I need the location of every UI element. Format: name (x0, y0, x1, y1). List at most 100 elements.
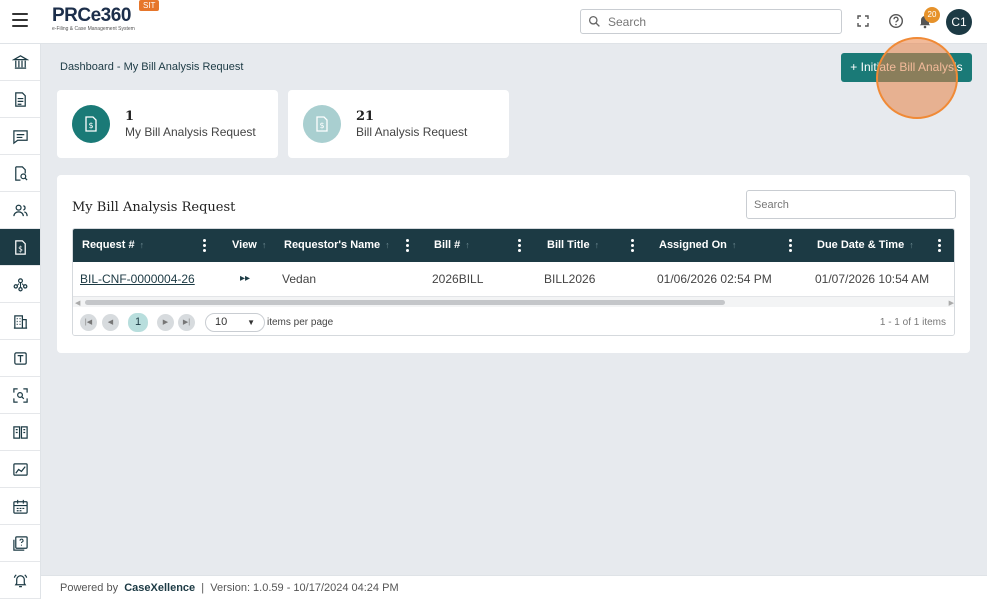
svg-text:$: $ (319, 121, 324, 130)
last-page-icon[interactable]: ▶| (178, 314, 195, 331)
stat-label: My Bill Analysis Request (125, 125, 256, 139)
env-badge: SIT (139, 0, 160, 11)
building-icon (13, 314, 27, 329)
sidebar-item-templates[interactable] (0, 340, 40, 377)
view-icon[interactable]: ▸▸ (240, 262, 250, 296)
sidebar-item-document-search[interactable] (0, 155, 40, 192)
bill-icon: $ (85, 116, 97, 132)
bill-no-cell: 2026BILL (432, 272, 484, 286)
sidebar-item-organization[interactable] (0, 303, 40, 340)
page-size-value: 10 (215, 316, 228, 328)
sidebar-item-calendar[interactable] (0, 488, 40, 525)
scroll-left-icon[interactable]: ◀ (75, 299, 80, 307)
sidebar-item-scan[interactable] (0, 377, 40, 414)
scan-search-icon (12, 387, 28, 403)
requestor-cell: Vedan (282, 272, 317, 286)
svg-text:$: $ (88, 121, 93, 130)
avatar[interactable]: C1 (946, 9, 972, 35)
sidebar-item-alerts[interactable] (0, 562, 40, 599)
column-header-bill-title[interactable]: Bill Title ↑ (547, 229, 599, 262)
stat-count: 21 (356, 109, 375, 124)
global-search-input[interactable]: Search (580, 9, 842, 34)
column-header-requestor[interactable]: Requestor's Name ↑ (284, 229, 390, 262)
request-link[interactable]: BIL-CNF-0000004-26 (80, 262, 195, 296)
users-icon (12, 204, 28, 216)
current-page[interactable]: 1 (128, 313, 148, 332)
column-menu-icon[interactable] (938, 239, 941, 252)
chart-image-icon (12, 462, 28, 476)
document-icon (14, 91, 26, 107)
help-icon[interactable] (888, 13, 904, 29)
stat-label: Bill Analysis Request (356, 125, 468, 139)
chat-icon (12, 129, 28, 144)
assigned-on-cell: 01/06/2026 02:54 PM (657, 272, 772, 286)
footer-text: Powered by CaseXellence | Version: 1.0.5… (60, 582, 399, 594)
book-icon (12, 425, 28, 439)
column-menu-icon[interactable] (789, 239, 792, 252)
first-page-icon[interactable]: |◀ (80, 314, 97, 331)
bill-title-cell: BILL2026 (544, 272, 596, 286)
table-row: BIL-CNF-0000004-26 ▸▸ Vedan 2026BILL BIL… (73, 262, 954, 296)
text-box-icon (13, 351, 27, 365)
breadcrumb[interactable]: Dashboard - My Bill Analysis Request (60, 61, 243, 73)
sidebar-item-bank[interactable] (0, 44, 40, 81)
column-menu-icon[interactable] (631, 239, 634, 252)
stat-icon-circle: $ (72, 105, 110, 143)
search-icon (588, 15, 600, 27)
sidebar-item-network[interactable] (0, 266, 40, 303)
brand-logo: CaseXellence (124, 582, 196, 594)
requests-panel: My Bill Analysis Request Search Request … (57, 175, 970, 353)
alarm-icon (13, 573, 27, 587)
requests-grid: Request # ↑ View ↑ Requestor's Name ↑ Bill … (72, 228, 955, 336)
bank-icon (11, 54, 29, 69)
stat-icon-circle: $ (303, 105, 341, 143)
panel-title: My Bill Analysis Request (72, 200, 236, 215)
column-header-view[interactable]: View ↑ (232, 229, 266, 262)
sidebar-item-help[interactable] (0, 525, 40, 562)
pager: |◀ ◀ 1 ▶ ▶| 10 ▼ items per page 1 - 1 of… (73, 307, 954, 335)
search-placeholder: Search (608, 15, 647, 29)
svg-text:$: $ (18, 244, 23, 253)
search-placeholder: Search (754, 199, 789, 211)
bill-icon: $ (14, 239, 26, 255)
logo-subtitle: e-Filing & Case Management System (52, 26, 135, 32)
initiate-bill-analysis-button[interactable]: + Initiate Bill Analysis (841, 53, 972, 82)
column-menu-icon[interactable] (203, 239, 206, 252)
scroll-thumb[interactable] (85, 300, 725, 305)
column-menu-icon[interactable] (518, 239, 521, 252)
help-document-icon (12, 535, 28, 551)
sidebar: $ (0, 44, 41, 599)
fullscreen-icon[interactable] (855, 13, 871, 29)
items-per-page-label: items per page (267, 317, 334, 328)
top-header: PRCe360 e-Filing & Case Management Syste… (0, 0, 987, 44)
sidebar-item-users[interactable] (0, 192, 40, 229)
calendar-icon (12, 499, 28, 514)
due-date-cell: 01/07/2026 10:54 AM (815, 272, 930, 286)
next-page-icon[interactable]: ▶ (157, 314, 174, 331)
prev-page-icon[interactable]: ◀ (102, 314, 119, 331)
pager-info: 1 - 1 of 1 items (879, 317, 946, 328)
horizontal-scrollbar[interactable]: ◀ ▶ (73, 296, 954, 307)
version-text: Version: 1.0.59 - 10/17/2024 04:24 PM (210, 582, 399, 594)
column-header-bill-no[interactable]: Bill # ↑ (434, 229, 470, 262)
column-header-due[interactable]: Due Date & Time ↑ (817, 229, 914, 262)
chevron-down-icon: ▼ (247, 318, 255, 327)
menu-icon[interactable] (12, 13, 28, 29)
stat-card-all-requests[interactable]: $ 21 Bill Analysis Request (288, 90, 509, 158)
grid-search-input[interactable]: Search (746, 190, 956, 219)
sidebar-item-bill-analysis[interactable]: $ (0, 229, 40, 266)
column-menu-icon[interactable] (406, 239, 409, 252)
column-header-assigned-on[interactable]: Assigned On ↑ (659, 229, 736, 262)
page-size-select[interactable]: 10 ▼ (205, 313, 265, 332)
stat-card-my-requests[interactable]: $ 1 My Bill Analysis Request (57, 90, 278, 158)
notification-badge[interactable]: 20 (924, 7, 940, 23)
sidebar-item-reports[interactable] (0, 451, 40, 488)
column-header-request[interactable]: Request # ↑ (82, 229, 144, 262)
sidebar-item-messages[interactable] (0, 118, 40, 155)
scroll-right-icon[interactable]: ▶ (949, 299, 954, 307)
stat-count: 1 (125, 109, 135, 124)
sidebar-item-library[interactable] (0, 414, 40, 451)
document-search-icon (14, 165, 28, 181)
network-users-icon (13, 277, 27, 291)
sidebar-item-documents[interactable] (0, 81, 40, 118)
